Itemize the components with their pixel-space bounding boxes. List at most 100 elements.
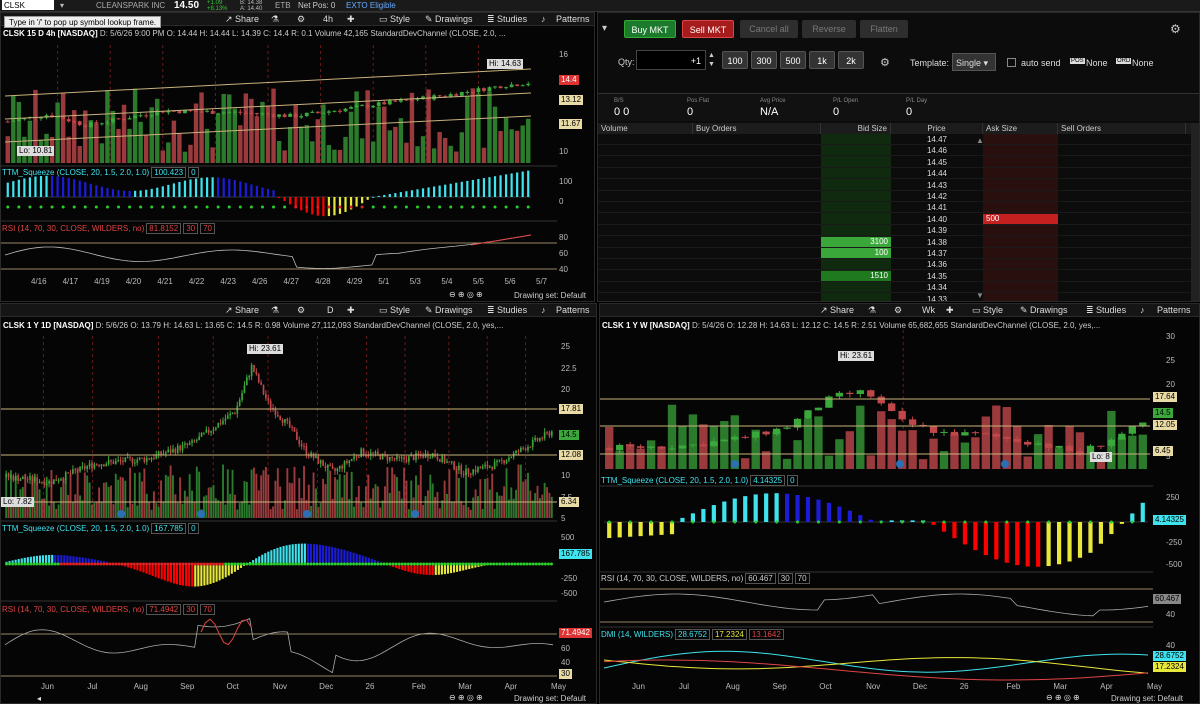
ladder-price[interactable]: 14.34 — [891, 282, 983, 293]
ladder-row[interactable]: 14.45 — [598, 157, 1193, 168]
candle — [961, 432, 969, 436]
volume-bar — [481, 509, 484, 518]
ladder-row[interactable]: 14.43 — [598, 180, 1193, 191]
ladder-header-cell[interactable]: Volume — [598, 123, 693, 134]
squeeze-dot — [473, 562, 477, 566]
ladder-scrollbar[interactable] — [1191, 123, 1199, 301]
drawing-set-label[interactable]: Drawing set: Default — [514, 291, 586, 300]
price-tag-channel-high: 17.81 — [559, 404, 584, 414]
ladder-row[interactable]: 14.38 3100 — [598, 236, 1193, 248]
ladder-row[interactable]: 14.35 1510 — [598, 270, 1193, 282]
qty-stepper[interactable]: ▲ ▼ — [708, 51, 715, 69]
ladder-header: Volume Buy Orders Bid Size Price Ask Size Sel… — [598, 123, 1193, 134]
volume-bar — [419, 465, 422, 518]
ladder-row[interactable]: 14.37 100 — [598, 248, 1193, 259]
squeeze-dot — [5, 562, 9, 566]
collapse-icon[interactable]: ▾ — [602, 23, 607, 34]
ladder-bid-size[interactable]: 1510 — [821, 270, 891, 281]
qty-preset-button[interactable]: 1k — [809, 51, 835, 69]
ladder-scroll-down-icon[interactable]: ▼ — [976, 291, 984, 300]
ladder-row[interactable]: 14.36 — [598, 259, 1193, 271]
gear-icon[interactable]: ⚙ — [1170, 22, 1181, 36]
ladder-header-cell[interactable]: Buy Orders — [693, 123, 821, 134]
squeeze-bar — [288, 544, 291, 564]
drawing-set-label[interactable]: Drawing set: Default — [514, 694, 586, 703]
ladder-row[interactable]: 14.39 — [598, 225, 1193, 237]
squeeze-dot — [172, 205, 176, 209]
ladder-price[interactable]: 14.47 — [891, 134, 983, 145]
ladder-price[interactable]: 14.37 — [891, 248, 983, 259]
volume-bar — [269, 509, 272, 518]
ladder-row[interactable]: 14.33 — [598, 294, 1193, 301]
ladder-price[interactable]: 14.33 — [891, 294, 983, 301]
ladder-price[interactable]: 14.40 — [891, 214, 983, 225]
ladder-price[interactable]: 14.46 — [891, 145, 983, 156]
ladder-price[interactable]: 14.41 — [891, 202, 983, 213]
x-tick: 5/1 — [378, 277, 390, 286]
candle — [238, 399, 241, 406]
ladder-scroll-up-icon[interactable]: ▲ — [976, 136, 984, 145]
candle — [315, 111, 320, 113]
flatten-button[interactable]: Flatten — [860, 20, 908, 38]
ladder-row[interactable]: 14.42 — [598, 191, 1193, 202]
ladder-header-cell[interactable]: Price — [891, 123, 983, 134]
price-ladder[interactable]: Volume Buy Orders Bid Size Price Ask Size Sel… — [598, 123, 1199, 301]
squeeze-dot — [26, 562, 30, 566]
ladder-row[interactable]: 14.44 — [598, 168, 1193, 180]
drawing-set-label[interactable]: Drawing set: Default — [1111, 694, 1183, 703]
cancel-all-button[interactable]: Cancel all — [740, 20, 798, 38]
ladder-price[interactable]: 14.36 — [891, 259, 983, 270]
stat-value: 0 — [687, 106, 694, 118]
scroll-left-icon[interactable]: ◂ — [37, 694, 41, 703]
squeeze-dot — [157, 562, 161, 566]
qty-preset-button[interactable]: 100 — [722, 51, 748, 69]
template-select[interactable]: Single ▾ — [952, 53, 996, 71]
ladder-row[interactable]: 14.34 — [598, 282, 1193, 294]
zoom-controls[interactable]: ⊖ ⊕ ◎ ⊕ — [449, 693, 483, 702]
ladder-price[interactable]: 14.39 — [891, 225, 983, 236]
volume-bar — [38, 489, 41, 518]
ladder-price[interactable]: 14.42 — [891, 191, 983, 202]
ladder-price[interactable]: 14.45 — [891, 157, 983, 168]
ladder-ask-size[interactable]: 500 — [983, 213, 1058, 224]
volume-bar — [422, 504, 425, 518]
ladder-row[interactable]: 14.40 500 — [598, 213, 1193, 225]
ladder-price[interactable]: 14.44 — [891, 168, 983, 179]
zoom-controls[interactable]: ⊖ ⊕ ◎ ⊕ — [1046, 693, 1080, 702]
ladder-price[interactable]: 14.35 — [891, 271, 983, 282]
chevron-down-icon[interactable]: ▾ — [60, 0, 64, 12]
candle — [404, 99, 409, 101]
ladder-price[interactable]: 14.38 — [891, 237, 983, 248]
auto-send-checkbox[interactable] — [1007, 58, 1016, 67]
ladder-row[interactable]: 14.41 — [598, 202, 1193, 214]
squeeze-bar — [221, 564, 224, 579]
candle — [205, 110, 210, 112]
qty-preset-button[interactable]: 500 — [780, 51, 806, 69]
volume-bar — [138, 472, 141, 518]
ladder-header-cell[interactable]: Bid Size — [821, 123, 891, 134]
gear-icon[interactable]: ⚙ — [880, 56, 890, 69]
squeeze-bar — [62, 176, 65, 197]
ladder-row[interactable]: 14.46 — [598, 145, 1193, 157]
ladder-header-cell[interactable]: Ask Size — [983, 123, 1058, 134]
qty-input[interactable]: +1 — [636, 50, 706, 70]
symbol-input[interactable]: CLSK — [2, 0, 54, 10]
ladder-bid-size[interactable]: 100 — [821, 248, 891, 258]
buy-mkt-button[interactable]: Buy MKT — [624, 20, 676, 38]
candle — [1003, 436, 1011, 439]
candle — [396, 456, 398, 460]
x-tick: 4/19 — [94, 277, 110, 286]
ladder-bid-size[interactable]: 3100 — [821, 236, 891, 247]
chart-weekly-canvas[interactable] — [600, 304, 1200, 704]
qty-preset-button[interactable]: 2k — [838, 51, 864, 69]
sell-mkt-button[interactable]: Sell MKT — [682, 20, 734, 38]
ladder-header-cell[interactable]: Sell Orders — [1058, 123, 1186, 134]
qty-preset-button[interactable]: 300 — [751, 51, 777, 69]
volume-bar — [152, 491, 155, 518]
ladder-row[interactable]: 14.47 — [598, 134, 1193, 145]
chart-daily-canvas[interactable] — [1, 304, 597, 704]
ladder-price[interactable]: 14.43 — [891, 180, 983, 191]
reverse-button[interactable]: Reverse — [802, 20, 856, 38]
zoom-controls[interactable]: ⊖ ⊕ ◎ ⊕ — [449, 290, 483, 299]
chart-4h-canvas[interactable] — [1, 13, 595, 302]
